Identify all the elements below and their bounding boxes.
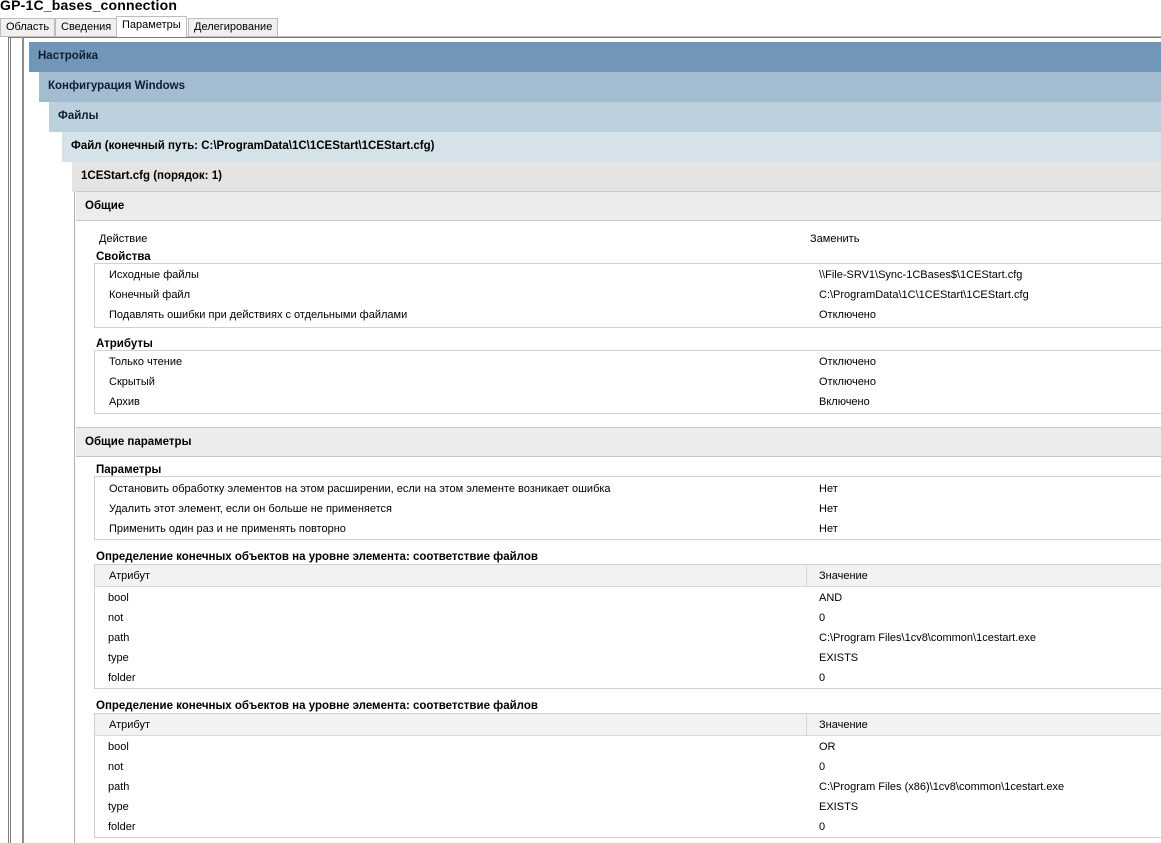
table-cell-value: 0 (819, 761, 826, 773)
tab-scope[interactable]: Область (0, 18, 56, 36)
report-frame-left (8, 37, 9, 843)
table-cell-value: 0 (819, 821, 826, 833)
property-value: \\File-SRV1\Sync-1CBases$\1CEStart.cfg (819, 269, 1023, 281)
section-general-params[interactable]: Общие параметры (76, 427, 1161, 457)
table-cell-value: C:\Program Files\1cv8\common\1cestart.ex… (819, 632, 1037, 644)
column-header-attribute[interactable]: Атрибут (109, 569, 150, 583)
param-value: Нет (819, 483, 838, 495)
attribute-label: Скрытый (109, 376, 155, 388)
attribute-value: Включено (819, 396, 870, 408)
param-value: Нет (819, 523, 838, 535)
section-item[interactable]: 1CEStart.cfg (порядок: 1) (72, 162, 1161, 192)
column-header-value[interactable]: Значение (819, 718, 868, 732)
column-separator[interactable] (806, 565, 807, 586)
attribute-value: Отключено (819, 376, 876, 388)
table-cell-attribute: bool (108, 741, 129, 753)
report-frame-top (8, 37, 1161, 38)
table-cell-attribute: bool (108, 592, 129, 604)
attribute-label: Только чтение (109, 356, 183, 368)
table-cell-value: 0 (819, 612, 826, 624)
table-cell-value: EXISTS (819, 801, 859, 813)
table-cell-attribute: folder (108, 821, 136, 833)
column-header-value[interactable]: Значение (819, 569, 868, 583)
table-cell-attribute: path (108, 781, 130, 793)
table-cell-attribute: not (108, 612, 124, 624)
table-cell-attribute: type (108, 652, 129, 664)
section-files[interactable]: Файлы (49, 102, 1161, 132)
attributes-box (94, 350, 1161, 414)
window-title: GP-1C_bases_connection (0, 0, 178, 13)
section-windows-config[interactable]: Конфигурация Windows (39, 72, 1161, 102)
column-separator[interactable] (806, 714, 807, 735)
table-cell-attribute: path (108, 632, 130, 644)
column-header-attribute[interactable]: Атрибут (109, 718, 150, 732)
param-label: Удалить этот элемент, если он больше не … (109, 503, 393, 515)
table-cell-attribute: folder (108, 672, 136, 684)
table-header (95, 565, 1161, 587)
param-label: Применить один раз и не применять повтор… (109, 523, 346, 535)
property-label: Исходные файлы (109, 269, 199, 281)
property-value: C:\ProgramData\1C\1CEStart\1CEStart.cfg (819, 289, 1029, 301)
params-title: Параметры (96, 464, 162, 476)
table-cell-value: C:\Program Files (x86)\1cv8\common\1cest… (819, 781, 1065, 793)
property-label: Конечный файл (109, 289, 190, 301)
param-label: Остановить обработку элементов на этом р… (109, 483, 611, 495)
action-label: Действие (99, 233, 148, 245)
attribute-value: Отключено (819, 356, 876, 368)
properties-title: Свойства (96, 251, 151, 263)
table-cell-value: 0 (819, 672, 826, 684)
targeting-title: Определение конечных объектов на уровне … (96, 700, 538, 712)
table-cell-value: AND (819, 592, 843, 604)
table-cell-attribute: not (108, 761, 124, 773)
indent-line-1b (23, 37, 24, 843)
table-cell-value: OR (819, 741, 836, 753)
param-value: Нет (819, 503, 838, 515)
property-label: Подавлять ошибки при действиях с отдельн… (109, 309, 408, 321)
indent-line-2 (74, 192, 75, 843)
attributes-title: Атрибуты (96, 338, 153, 350)
action-value: Заменить (810, 233, 860, 245)
tab-settings[interactable]: Параметры (116, 16, 187, 37)
property-value: Отключено (819, 309, 876, 321)
section-general[interactable]: Общие (76, 191, 1161, 221)
table-cell-value: EXISTS (819, 652, 859, 664)
attribute-label: Архив (109, 396, 140, 408)
section-settings[interactable]: Настройка (29, 42, 1161, 72)
tab-details[interactable]: Сведения (55, 18, 118, 36)
table-header (95, 714, 1161, 736)
section-file[interactable]: Файл (конечный путь: C:\ProgramData\1C\1… (62, 132, 1161, 162)
table-cell-attribute: type (108, 801, 129, 813)
tab-delegation[interactable]: Делегирование (188, 18, 279, 36)
targeting-title: Определение конечных объектов на уровне … (96, 551, 538, 563)
report-frame-left-inner (10, 37, 11, 843)
tab-bar: Область Сведения Параметры Делегирование (0, 16, 1161, 37)
